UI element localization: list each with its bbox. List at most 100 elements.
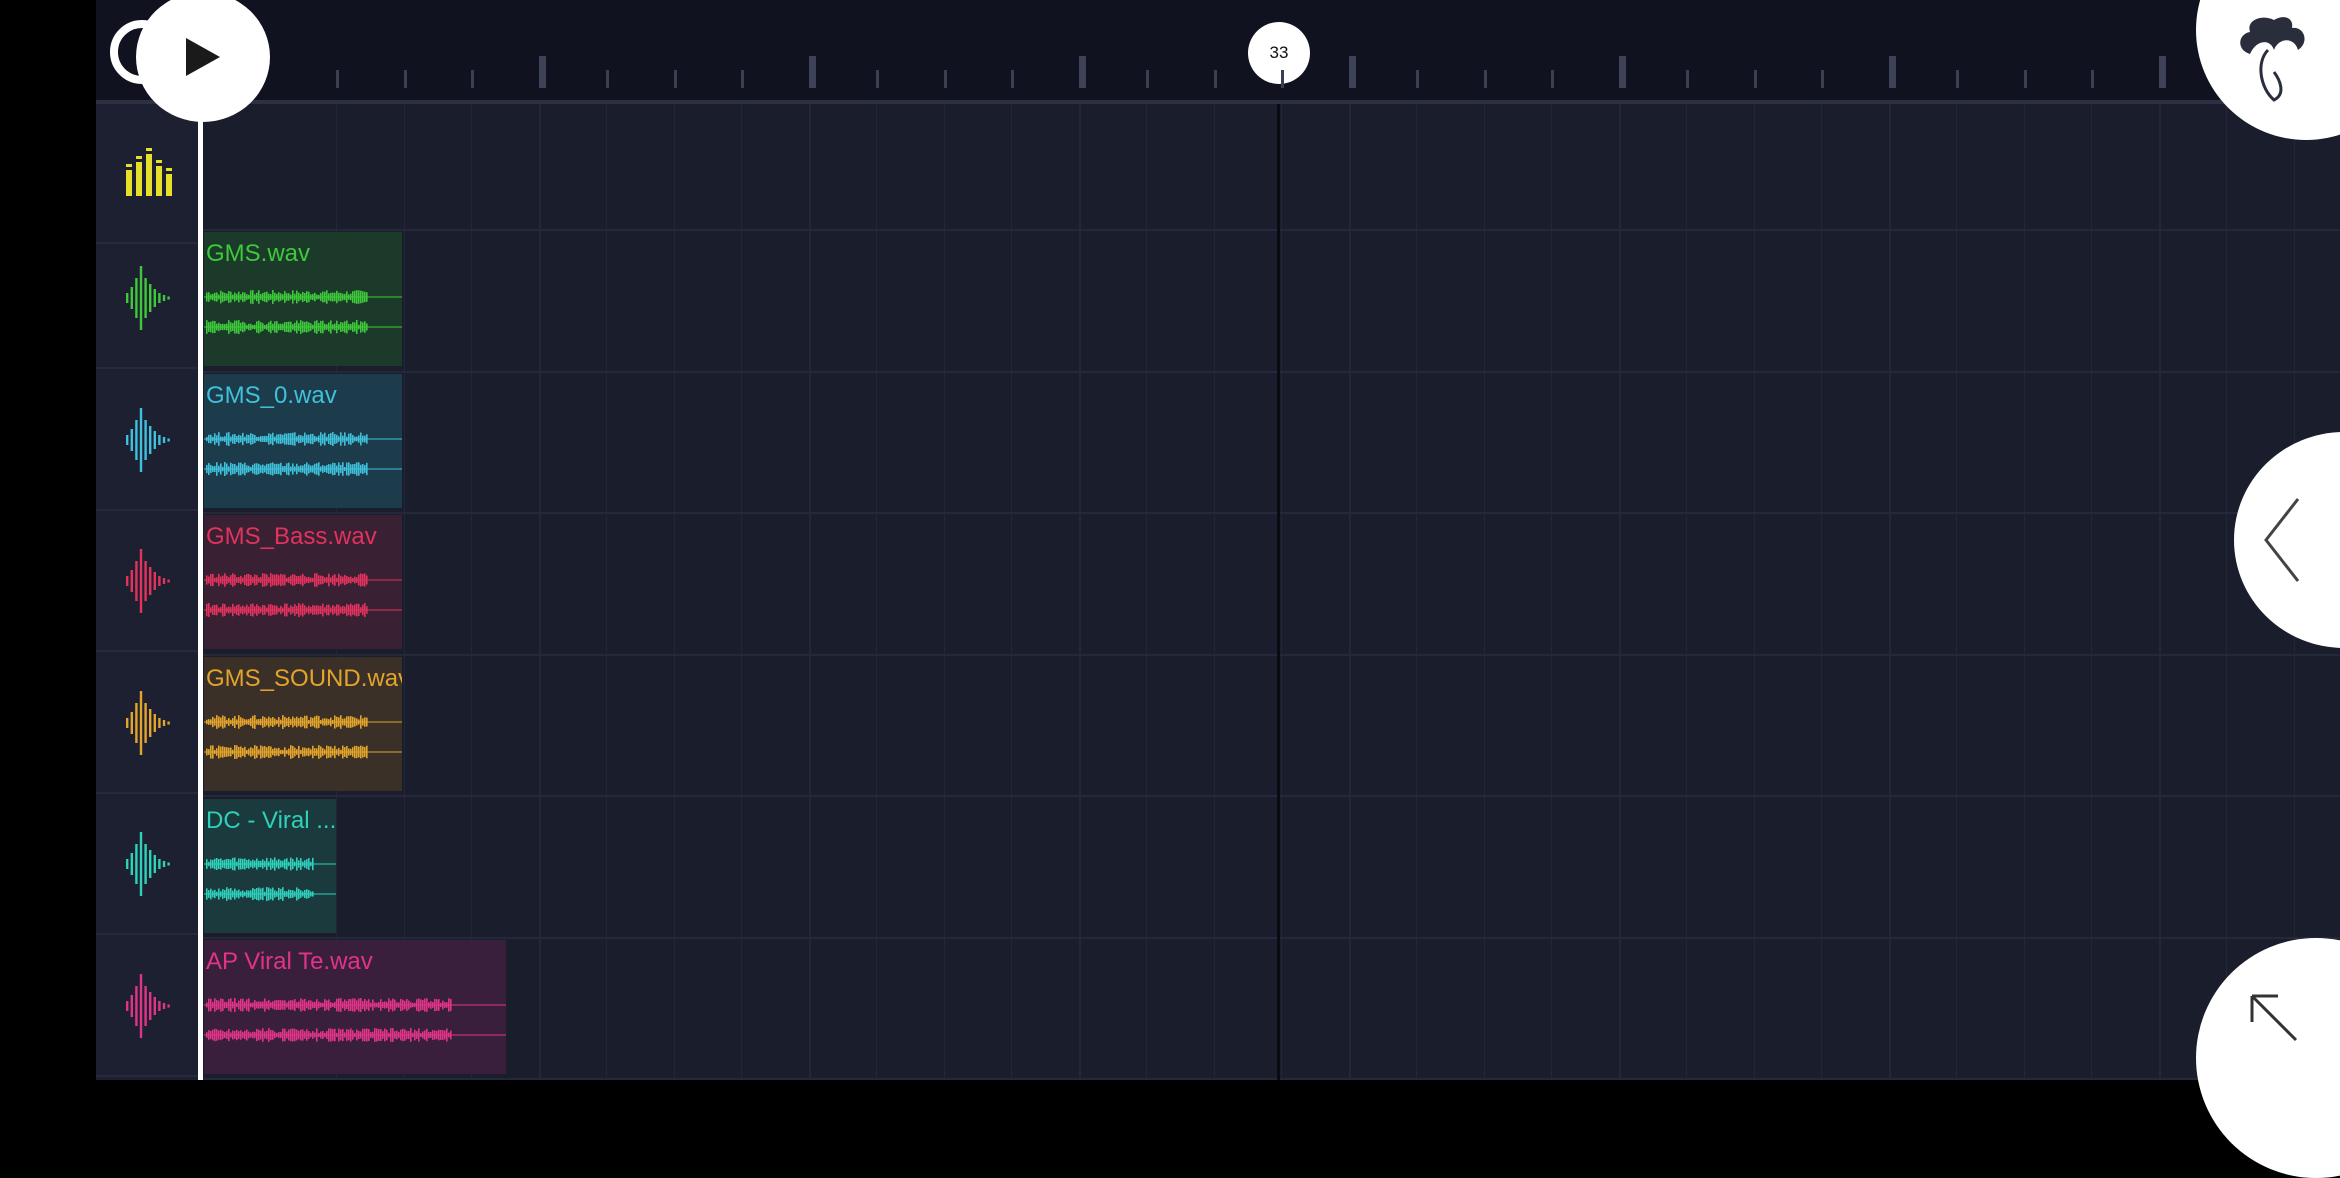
ruler-bar-tick (2158, 56, 2166, 88)
position-cursor-line (1277, 104, 1280, 1080)
clip-label: AP Viral Te.wav (206, 948, 373, 975)
audio-clip[interactable]: AP Viral Te.wav (204, 940, 506, 1074)
ruler-beat-tick (1416, 70, 1419, 88)
ruler-beat-tick (1956, 70, 1959, 88)
track-header[interactable] (96, 795, 200, 935)
grid-line (1551, 104, 1552, 1080)
grid-line (1213, 104, 1215, 1080)
audio-clip[interactable]: GMS_SOUND.wav (204, 657, 402, 791)
audio-waveform-icon (126, 407, 170, 472)
ruler-bar-tick (1888, 56, 1896, 88)
clip-waveform (204, 603, 402, 617)
track-header[interactable] (96, 229, 200, 369)
play-icon (186, 38, 220, 76)
grid-line (403, 104, 405, 1080)
ruler-beat-tick (673, 70, 677, 88)
grid-line (1146, 104, 1147, 1080)
audio-clip[interactable]: GMS.wav (204, 232, 402, 366)
grid-line (1888, 104, 1891, 1080)
grid-line (1416, 104, 1417, 1080)
audio-waveform-icon (126, 549, 170, 613)
position-badge[interactable]: 33 (1248, 22, 1310, 84)
ruler-bar-tick (1618, 56, 1626, 88)
track-header[interactable] (96, 937, 200, 1077)
playlist-grid[interactable] (96, 104, 2340, 1080)
clip-waveform (204, 887, 336, 901)
clip-waveform (204, 432, 402, 446)
clip-label: GMS_0.wav (206, 382, 337, 409)
grid-line (2226, 104, 2227, 1080)
grid-line (1281, 104, 1282, 1080)
track-divider (96, 229, 2340, 231)
grid-line (876, 104, 877, 1080)
track-divider (96, 370, 2340, 373)
grid-line (1011, 104, 1012, 1080)
grid-line (1686, 104, 1687, 1080)
chevron-left-icon (2264, 498, 2300, 582)
ruler-beat-tick (1483, 70, 1487, 88)
track-header[interactable] (96, 512, 200, 652)
ruler-beat-tick (336, 70, 339, 88)
clip-label: GMS_Bass.wav (206, 523, 377, 550)
ruler-beat-tick (2091, 70, 2094, 88)
clip-waveform (204, 573, 402, 587)
clip-waveform (204, 462, 402, 476)
grid-line (1078, 104, 1081, 1080)
audio-waveform-icon (126, 690, 170, 755)
track-header[interactable] (96, 371, 200, 511)
audio-clip[interactable]: GMS_Bass.wav (204, 515, 402, 649)
grid-line (943, 104, 945, 1080)
playlist-view: 33 GMS.wav GMS_0.wav GMS_Bass.wav GMS_SOUND… (96, 0, 2340, 1080)
audio-clip[interactable]: GMS_0.wav (204, 374, 402, 508)
ruler-beat-tick (1753, 70, 1757, 88)
ruler-bar-tick (538, 56, 546, 88)
clip-waveform (204, 857, 336, 871)
track-divider (96, 795, 2340, 797)
grid-line (606, 104, 607, 1080)
grid-line (1348, 104, 1351, 1080)
fl-studio-fruit-icon (2240, 17, 2305, 102)
ruler-beat-tick (1011, 70, 1014, 88)
ruler-beat-tick (741, 70, 744, 88)
grid-line (1753, 104, 1755, 1080)
clip-waveform (204, 745, 402, 759)
grid-line (673, 104, 675, 1080)
grid-line (2158, 104, 2161, 1080)
clip-waveform (204, 290, 402, 304)
ruler-bar-tick (1348, 56, 1356, 88)
grid-line (1483, 104, 1485, 1080)
track-divider (96, 512, 2340, 514)
clip-waveform (204, 715, 402, 729)
ruler-beat-tick (2023, 70, 2027, 88)
grid-line (808, 104, 811, 1080)
mixer-header[interactable] (96, 104, 200, 244)
ruler-beat-tick (1551, 70, 1554, 88)
timeline-ruler[interactable]: 33 (96, 0, 2340, 104)
clip-waveform (204, 998, 506, 1012)
grid-line (471, 104, 472, 1080)
ruler-beat-tick (1686, 70, 1689, 88)
grid-line (1956, 104, 1957, 1080)
track-headers (96, 104, 202, 1080)
grid-line (741, 104, 742, 1080)
ruler-beat-tick (1213, 70, 1217, 88)
ruler-beat-tick (876, 70, 879, 88)
ruler-beat-tick (403, 70, 407, 88)
ruler-beat-tick (1821, 70, 1824, 88)
grid-line (2023, 104, 2025, 1080)
arrow-up-left-icon (2250, 994, 2298, 1042)
clip-label: GMS.wav (206, 240, 311, 267)
clip-waveform (204, 320, 402, 334)
grid-line (1618, 104, 1621, 1080)
audio-clip[interactable]: DC - Viral ... (204, 799, 336, 933)
playhead[interactable] (198, 0, 203, 1080)
clip-label: GMS_SOUND.wav (206, 665, 402, 692)
clip-label: DC - Viral ... (206, 807, 336, 834)
track-header[interactable] (96, 654, 200, 794)
mixer-icon[interactable] (123, 148, 173, 198)
ruler-beat-tick (1146, 70, 1149, 88)
audio-waveform-icon (126, 973, 170, 1038)
track-divider (96, 653, 2340, 656)
ruler-beat-tick (943, 70, 947, 88)
ruler-bar-tick (1078, 56, 1086, 88)
